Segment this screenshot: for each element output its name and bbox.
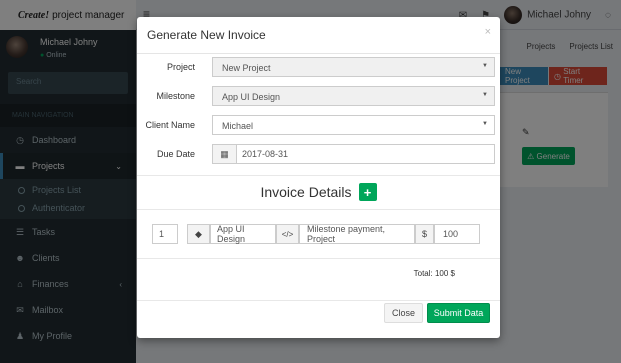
item-value: App UI Design [217,224,246,244]
amount-input[interactable]: 100 [434,224,480,244]
client-label: Client Name [145,120,195,130]
close-icon[interactable]: × [485,26,491,38]
milestone-value: App UI Design [222,92,281,102]
divider [137,258,500,259]
invoice-details-header: Invoice Details + [137,183,500,201]
client-row: Client Name Michael ▼ [137,115,500,135]
invoice-details-title: Invoice Details [260,184,352,200]
description-value: Milestone payment, Project [307,224,386,244]
caret-down-icon: ▼ [482,92,488,98]
project-value: New Project [222,63,271,73]
due-date-label: Due Date [156,149,195,159]
quantity-value: 1 [159,229,165,239]
caret-down-icon: ▼ [482,63,488,69]
description-input[interactable]: Milestone payment, Project [299,224,415,244]
modal-header: Generate New Invoice × [137,17,500,54]
client-select[interactable]: Michael ▼ [212,115,495,135]
caret-down-icon: ▼ [482,121,488,127]
code-icon: </> [276,224,299,244]
milestone-label: Milestone [156,91,195,101]
item-group: ◆ App UI Design </> Milestone payment, P… [187,224,480,244]
client-value: Michael [222,121,254,131]
tag-icon: ◆ [187,224,210,244]
due-date-input[interactable]: ▦ 2017-08-31 [212,144,495,164]
submit-data-button[interactable]: Submit Data [427,303,490,323]
divider [137,209,500,210]
quantity-input[interactable]: 1 [152,224,178,244]
modal-title: Generate New Invoice [147,28,266,42]
close-button[interactable]: Close [384,303,423,323]
line-item-row: 1 [152,224,178,244]
footer-divider [137,300,500,301]
divider [137,175,500,176]
due-date-row: Due Date ▦ 2017-08-31 [137,144,500,164]
milestone-row: Milestone App UI Design ▼ [137,86,500,106]
dollar-icon: $ [415,224,434,244]
amount-value: 100 [443,229,459,239]
project-label: Project [166,62,195,72]
due-date-value: 2017-08-31 [242,149,289,159]
item-input[interactable]: App UI Design [210,224,276,244]
project-select[interactable]: New Project ▼ [212,57,495,77]
generate-invoice-modal: Generate New Invoice × Project New Proje… [137,17,500,338]
invoice-total: Total: 100 $ [413,269,455,278]
milestone-select[interactable]: App UI Design ▼ [212,86,495,106]
add-line-button[interactable]: + [358,183,377,201]
project-row: Project New Project ▼ [137,57,500,77]
calendar-icon: ▦ [213,145,237,163]
